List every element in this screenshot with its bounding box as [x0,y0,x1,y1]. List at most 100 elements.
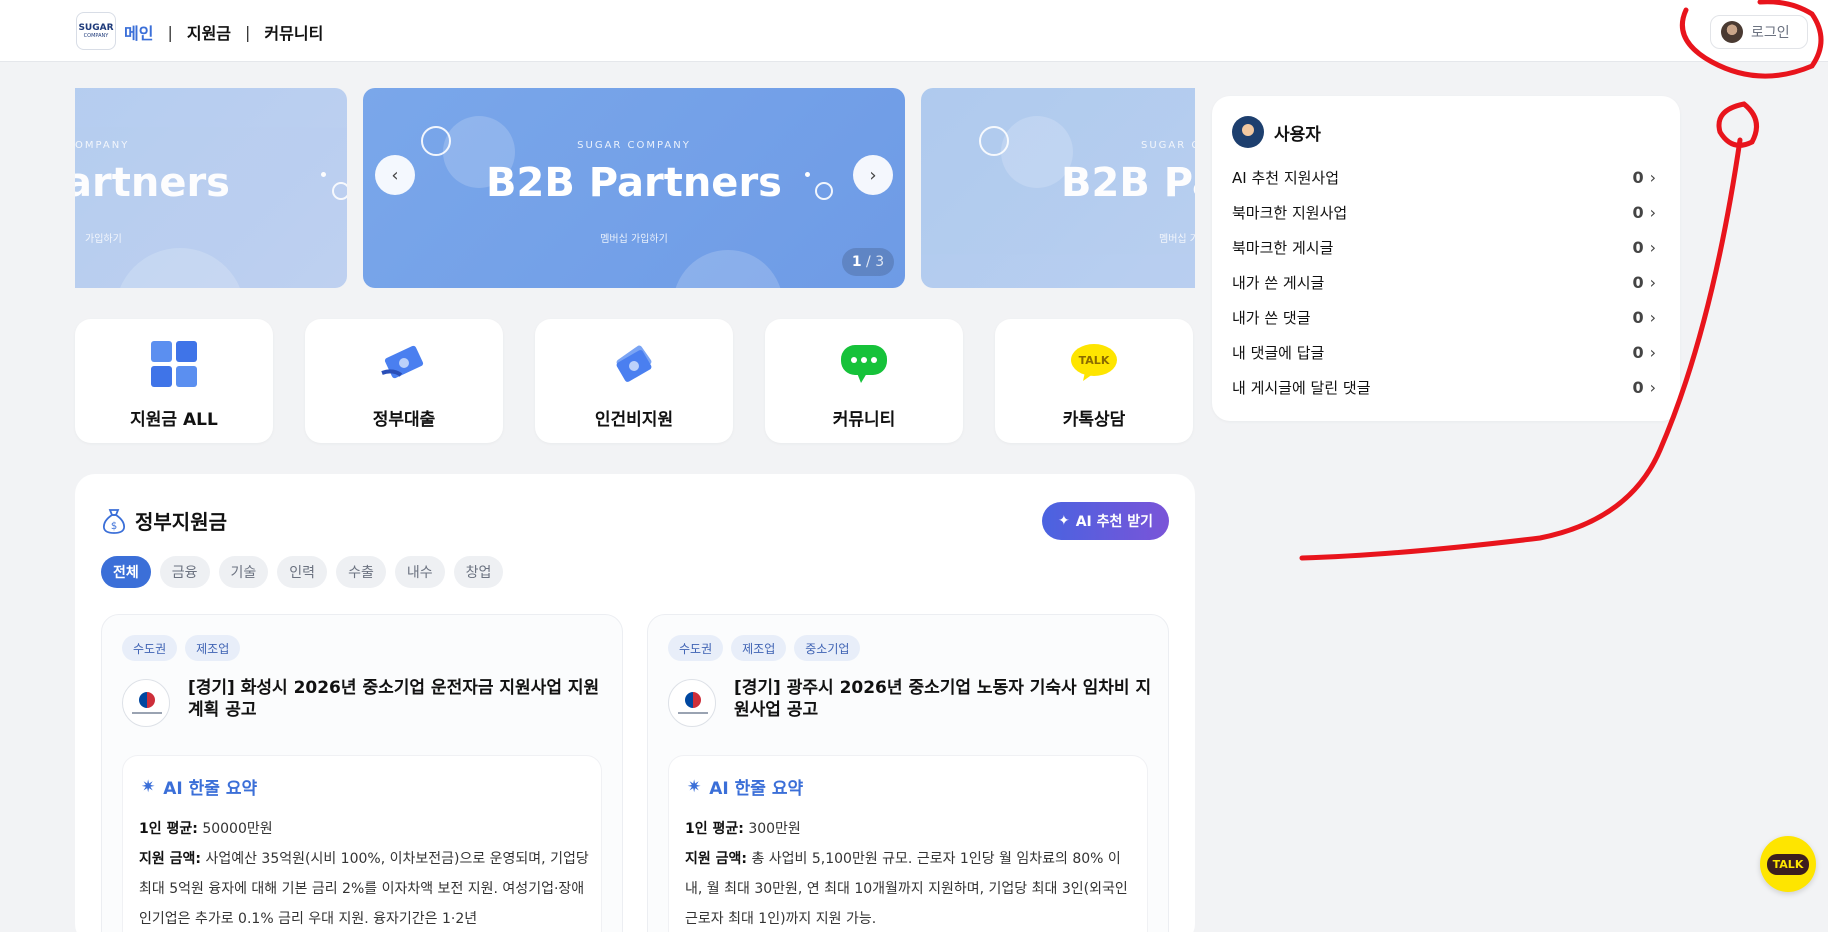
sparkle-icon: ✷ [141,776,156,797]
filter-chip-startup[interactable]: 창업 [453,556,504,588]
chevron-right-icon: › [1649,378,1656,397]
banner-title: B2B Pa [1061,160,1195,206]
tag[interactable]: 제조업 [185,635,241,661]
ai-summary-header: ✷ AI 한줄 요약 [687,774,804,800]
banner-slide-next[interactable]: SUGAR CO B2B Pa 멤버십 가입하 [921,88,1195,288]
filter-chip-workforce[interactable]: 인력 [277,556,328,588]
filter-chip-export[interactable]: 수출 [336,556,386,588]
quick-menu-kakao-consult[interactable]: TALK 카톡상담 [995,319,1193,443]
banner-slide-prev[interactable]: OMPANY artners 가입하기 [75,88,347,288]
user-item-count: 0 [1632,203,1644,222]
nav-community[interactable]: 커뮤니티 [264,20,323,44]
quick-menu-label: 정부대출 [372,410,436,430]
chevron-left-icon: ‹ [391,164,399,186]
ai-recommend-button[interactable]: ✦ AI 추천 받기 [1042,502,1169,540]
user-panel-title: 사용자 [1274,124,1321,145]
user-item-label: 북마크한 지원사업 [1232,204,1348,222]
banner-company: OMPANY [75,140,130,151]
pager-current: 1 [851,254,862,270]
user-item-count: 0 [1632,378,1644,397]
banner-subtitle: 멤버십 가입하기 [600,234,668,245]
ai-summary-title: AI 한줄 요약 [163,779,258,799]
login-label: 로그인 [1751,25,1790,41]
ai-recommend-label: AI 추천 받기 [1075,514,1154,530]
user-item-post-comments[interactable]: 내 게시글에 달린 댓글 0 › [1232,370,1656,405]
filter-chip-all[interactable]: 전체 [101,556,151,588]
user-item-label: 내 댓글에 답글 [1232,344,1325,362]
quick-menu-labor-support[interactable]: 인건비지원 [535,319,733,443]
nav-separator: | [245,22,251,42]
logo-text-1: SUGAR [78,22,114,33]
login-button[interactable]: 로그인 [1710,15,1808,49]
nav-main[interactable]: 메인 [124,20,153,44]
user-item-count: 0 [1632,343,1644,362]
card-title[interactable]: [경기] 화성시 2026년 중소기업 운전자금 지원사업 지원계획 공고 [188,677,608,721]
tag[interactable]: 제조업 [731,635,787,661]
quick-menu-label: 카톡상담 [1062,410,1126,430]
user-panel: 사용자 AI 추천 지원사업 0 › 북마크한 지원사업 0 › 북마크한 게시글 … [1212,96,1680,421]
user-item-label: 내가 쓴 게시글 [1232,274,1325,292]
tag[interactable]: 중소기업 [794,635,861,661]
user-item-bookmark-support[interactable]: 북마크한 지원사업 0 › [1232,195,1656,230]
nav-subsidy[interactable]: 지원금 [187,20,231,44]
kakao-talk-floating-button[interactable]: TALK [1760,836,1816,892]
avg-value: 50000만원 [202,821,273,837]
tag[interactable]: 수도권 [122,635,178,661]
carousel-next-button[interactable]: › [853,155,893,195]
ai-summary-title: AI 한줄 요약 [709,779,804,799]
svg-text:$: $ [111,521,117,532]
money-stack-icon [616,345,652,382]
chevron-right-icon: › [1649,168,1656,187]
support-card[interactable]: 수도권 제조업 중소기업 [경기] 광주시 2026년 중소기업 노동자 기숙사… [647,614,1169,932]
talk-icon: TALK [1766,853,1810,875]
card-tags: 수도권 제조업 중소기업 [668,635,861,661]
banner-company: SUGAR CO [1141,140,1195,151]
banner-slide-current[interactable]: SUGAR COMPANY B2B Partners 멤버십 가입하기 ‹ › [363,88,905,288]
support-card[interactable]: 수도권 제조업 [경기] 화성시 2026년 중소기업 운전자금 지원사업 지원… [101,614,623,932]
amount-label: 지원 금액: [139,851,201,867]
chevron-right-icon: › [1649,343,1656,362]
quick-menu-label: 지원금 ALL [130,410,218,430]
quick-menu-community[interactable]: 커뮤니티 [765,319,963,443]
avg-value: 300만원 [748,821,801,837]
gov-support-section: $ 정부지원금 ✦ AI 추천 받기 전체 금융 기술 인력 수출 내수 창업 … [75,474,1195,932]
card-title[interactable]: [경기] 광주시 2026년 중소기업 노동자 기숙사 임차비 지원사업 공고 [734,677,1154,721]
chat-bubble-icon [841,345,887,383]
quick-menu-gov-loan[interactable]: 정부대출 [305,319,503,443]
quick-menu-subsidy-all[interactable]: 지원금 ALL [75,319,273,443]
talk-icon: TALK [1071,344,1117,381]
user-item-replies[interactable]: 내 댓글에 답글 0 › [1232,335,1656,370]
chevron-right-icon: › [1649,238,1656,257]
gov-seal-icon [122,679,170,727]
gov-seal-icon [668,679,716,727]
user-item-count: 0 [1632,238,1644,257]
user-item-bookmark-post[interactable]: 북마크한 게시글 0 › [1232,230,1656,265]
sugar-company-logo[interactable]: SUGAR COMPANY [76,12,116,50]
user-item-ai-recommend[interactable]: AI 추천 지원사업 0 › [1232,160,1656,195]
svg-text:TALK: TALK [1079,354,1110,367]
filter-chip-finance[interactable]: 금융 [159,556,210,588]
banner-subtitle: 가입하기 [85,234,122,245]
user-panel-header: 사용자 [1232,116,1321,148]
gov-support-header: $ 정부지원금 [101,506,227,535]
filter-chip-tech[interactable]: 기술 [218,556,269,588]
pager-total: 3 [875,254,885,270]
user-item-count: 0 [1632,308,1644,327]
user-item-label: 내 게시글에 달린 댓글 [1232,379,1371,397]
user-item-my-posts[interactable]: 내가 쓴 게시글 0 › [1232,265,1656,300]
tag[interactable]: 수도권 [668,635,724,661]
user-item-label: AI 추천 지원사업 [1232,169,1340,187]
banner-title: artners [75,160,230,206]
filter-chip-domestic[interactable]: 내수 [394,556,445,588]
banner-company: SUGAR COMPANY [577,140,691,151]
banner-carousel: OMPANY artners 가입하기 SUGAR COMPANY B2B Pa… [75,88,1195,288]
avg-label: 1인 평균: [139,821,198,837]
user-item-count: 0 [1632,273,1644,292]
rocket-icon: ✦ [1057,513,1070,529]
user-avatar-icon [1232,116,1264,148]
ai-summary-box: ✷ AI 한줄 요약 1인 평균: 300만원 지원 금액: 총 사업비 5,1… [668,755,1148,932]
carousel-prev-button[interactable]: ‹ [375,155,415,195]
category-filter: 전체 금융 기술 인력 수출 내수 창업 [101,556,504,588]
money-bag-icon: $ [103,508,125,534]
user-item-my-comments[interactable]: 내가 쓴 댓글 0 › [1232,300,1656,335]
